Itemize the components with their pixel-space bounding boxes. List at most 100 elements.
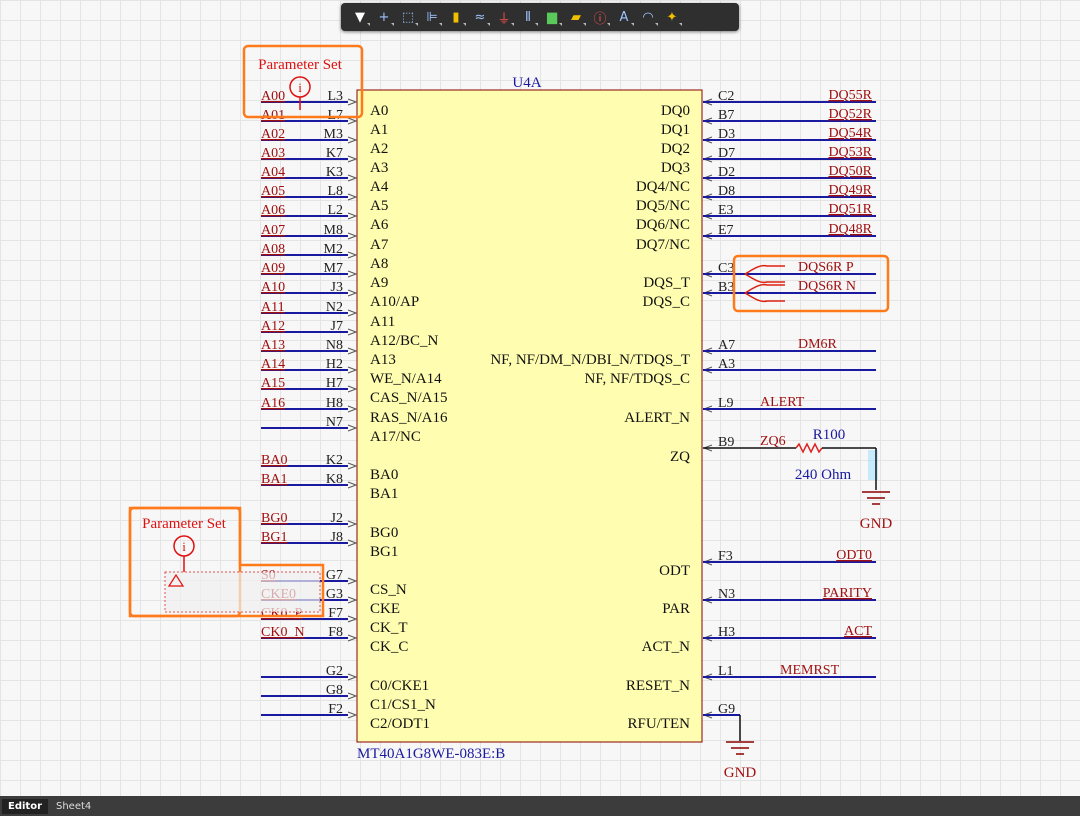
pin-number: F7 [328, 606, 343, 621]
net-label[interactable]: A04 [261, 165, 285, 180]
net-label[interactable]: A13 [261, 338, 285, 353]
tab-editor[interactable]: Editor [2, 798, 48, 814]
net-label[interactable]: DQS6R P [798, 260, 854, 275]
net-label[interactable]: ZQ6 [760, 434, 786, 449]
pin-name: NF, NF/TDQS_C [585, 371, 691, 387]
pin-name: A11 [370, 314, 395, 330]
net-label[interactable]: A14 [261, 357, 285, 372]
net-label[interactable]: A15 [261, 376, 285, 391]
highlight-icon[interactable]: ✦ [661, 6, 683, 28]
diff-pair-icon [744, 264, 785, 275]
parameter-set-bottom-info-glyph: i [182, 539, 186, 554]
net-label[interactable]: ODT0 [836, 548, 872, 563]
pin-arrow [347, 193, 358, 201]
pin-name: A1 [370, 122, 388, 138]
pin-name: A13 [370, 352, 396, 368]
pin-arrow [347, 232, 358, 240]
net-label[interactable]: DQ54R [828, 126, 872, 141]
net-label[interactable]: A12 [261, 319, 285, 334]
pin-name: C2/ODT1 [370, 716, 430, 732]
pin-arrow [347, 577, 358, 585]
net-label[interactable]: A05 [261, 184, 285, 199]
net-label[interactable]: A10 [261, 280, 285, 295]
schematic-sheet[interactable]: U4A MT40A1G8WE-083E:B L3 A0 A00 L7 A1 A01 M3 A2 A0… [0, 0, 1080, 796]
crosshair-icon[interactable]: + [373, 6, 395, 28]
pin-name: A0 [370, 103, 388, 119]
pin-arrow [347, 711, 358, 719]
net-label[interactable]: PARITY [823, 586, 872, 601]
pin-name: DQ7/NC [636, 237, 690, 253]
net-label[interactable]: A02 [261, 127, 285, 142]
pin-number: G2 [326, 664, 343, 679]
net-label[interactable]: BG0 [261, 511, 287, 526]
net-label[interactable]: BA0 [261, 453, 287, 468]
pin-name: BG1 [370, 544, 398, 560]
net-label[interactable]: DQ51R [828, 202, 872, 217]
pin-name: ACT_N [642, 639, 691, 655]
parameter-set-bottom-label[interactable]: Parameter Set [142, 516, 227, 532]
schematic-canvas[interactable]: U4A MT40A1G8WE-083E:B L3 A0 A00 L7 A1 A01 M3 A2 A0… [0, 0, 1080, 796]
net-label[interactable]: A07 [261, 223, 285, 238]
net-label[interactable]: DQ52R [828, 107, 872, 122]
pin-number: N2 [326, 300, 343, 315]
gnd-label-u4a: GND [724, 765, 757, 781]
pin-arrow [347, 328, 358, 336]
net-label[interactable]: DQ48R [828, 222, 872, 237]
net-label[interactable]: DQ55R [828, 88, 872, 103]
net-label[interactable]: A01 [261, 108, 285, 123]
select-rect-icon[interactable]: ⬚ [397, 6, 419, 28]
net-label[interactable]: DQS6R N [798, 279, 856, 294]
pin-arrow [347, 615, 358, 623]
filter-icon[interactable]: ▼ [349, 6, 371, 28]
pin-name: DQS_C [642, 294, 690, 310]
align-icon[interactable]: ⊫ [421, 6, 443, 28]
net-label[interactable]: A08 [261, 242, 285, 257]
net-label[interactable]: ACT [844, 624, 872, 639]
net-label[interactable]: A00 [261, 89, 285, 104]
wire-icon[interactable]: ≈ [469, 6, 491, 28]
parameter-set-top-label[interactable]: Parameter Set [258, 57, 343, 73]
net-label[interactable]: BG1 [261, 530, 287, 545]
net-label[interactable]: DQ49R [828, 183, 872, 198]
pin-name: RESET_N [626, 678, 690, 694]
pin-number: F2 [328, 702, 343, 717]
text-icon[interactable]: A [613, 6, 635, 28]
net-label[interactable]: MEMRST [780, 663, 840, 678]
pin-name: ALERT_N [624, 410, 690, 426]
parameter-set-region[interactable] [164, 571, 321, 613]
net-label[interactable]: DM6R [798, 337, 838, 352]
pin-name: NF, NF/DM_N/DBI_N/TDQS_T [490, 352, 690, 368]
pin-arrow [347, 289, 358, 297]
pin-number: N8 [326, 338, 343, 353]
pin-name: DQ3 [661, 160, 690, 176]
pin-number: H8 [326, 396, 343, 411]
pin-arrow [347, 692, 358, 700]
net-label[interactable]: A06 [261, 203, 285, 218]
net-label[interactable]: A16 [261, 396, 285, 411]
pin-name: C1/CS1_N [370, 697, 436, 713]
arc-icon[interactable]: ◠ [637, 6, 659, 28]
component-icon[interactable]: ▮ [445, 6, 467, 28]
net-label[interactable]: A09 [261, 261, 285, 276]
net-label[interactable]: A03 [261, 146, 285, 161]
parameter-set-icon[interactable]: ⓘ [589, 6, 611, 28]
net-label[interactable]: A11 [261, 300, 285, 315]
power-port-icon[interactable]: ⏚ [493, 6, 515, 28]
pin-arrow [347, 462, 358, 470]
pin-number: N7 [326, 415, 343, 430]
tab-sheet4[interactable]: Sheet4 [50, 799, 97, 814]
pin-number: M2 [324, 242, 343, 257]
net-label[interactable]: ALERT [760, 395, 805, 410]
resistor-symbol[interactable] [795, 442, 823, 454]
port-icon[interactable]: ▰ [565, 6, 587, 28]
pin-arrow [347, 347, 358, 355]
harness-icon[interactable]: ▆ [541, 6, 563, 28]
pin-name: A5 [370, 198, 388, 214]
pin-arrow [347, 155, 358, 163]
component-part-number: MT40A1G8WE-083E:B [357, 746, 505, 762]
net-label[interactable]: DQ50R [828, 164, 872, 179]
net-label[interactable]: BA1 [261, 472, 287, 487]
net-label[interactable]: DQ53R [828, 145, 872, 160]
net-label[interactable]: CK0_N [261, 625, 305, 640]
bus-icon[interactable]: ⦀ [517, 6, 539, 28]
